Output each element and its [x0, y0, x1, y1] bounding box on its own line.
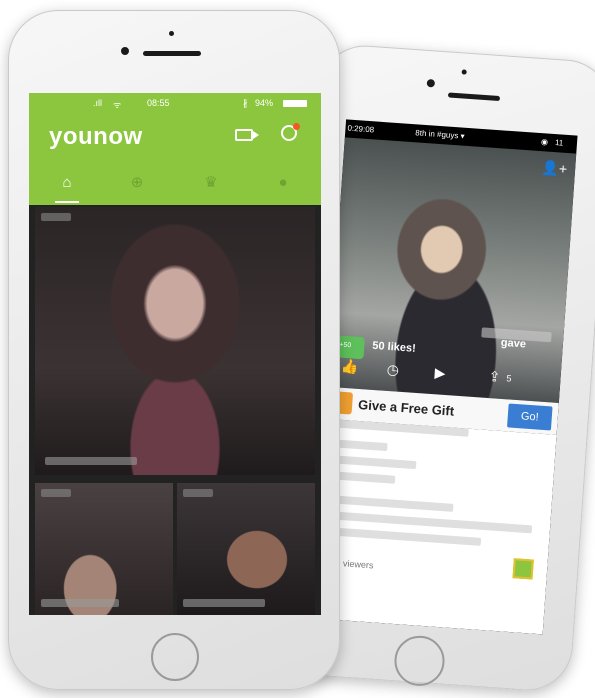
tab-profile[interactable]: ●	[265, 169, 301, 197]
share-icon[interactable]: ⇪	[488, 368, 501, 386]
home-icon: ⌂	[62, 174, 72, 191]
front-home-button[interactable]	[151, 633, 199, 681]
viewer-badge	[183, 489, 213, 497]
app-header: younow ⌂ ⊕ ♛ ●	[29, 113, 321, 205]
broadcaster-name	[183, 599, 265, 607]
like-icon[interactable]: 👍	[340, 358, 359, 376]
earpiece-speaker	[447, 92, 501, 102]
proximity-sensor	[169, 31, 174, 36]
broadcast-tile[interactable]	[177, 483, 315, 615]
proximity-sensor	[461, 69, 467, 75]
plus-icon: ⊕	[130, 174, 144, 191]
viewer-count: 11	[554, 138, 564, 148]
camera-icon[interactable]	[235, 129, 259, 141]
broadcast-timer: 0:29:08	[347, 123, 375, 135]
app-logo: younow	[49, 123, 143, 150]
tab-home[interactable]: ⌂	[49, 169, 85, 203]
featured-broadcast-tile[interactable]	[35, 207, 315, 475]
broadcast-tile[interactable]	[35, 483, 173, 615]
back-home-button[interactable]	[392, 634, 447, 688]
broadcaster-name	[45, 457, 137, 465]
broadcast-screen: 0:29:08 8th in #guys ▾ ◉ 11 👤+ +50 50 li…	[311, 119, 578, 635]
video-icon[interactable]: ▶	[434, 364, 446, 382]
chat-line	[323, 494, 454, 512]
profile-icon: ●	[278, 174, 288, 191]
rank-dropdown[interactable]: 8th in #guys ▾	[415, 128, 465, 140]
gave-text: gave	[500, 336, 527, 351]
add-user-icon[interactable]: 👤+	[541, 159, 568, 178]
wifi-icon: ᯤ	[113, 100, 122, 110]
tab-leaderboard[interactable]: ♛	[193, 169, 229, 197]
share-count: 5	[506, 373, 512, 384]
chat-line	[321, 526, 482, 546]
viewer-badge	[41, 213, 71, 221]
status-bar: .ıll ᯤ 08:55 ∦ 94%	[29, 93, 321, 113]
front-camera	[121, 47, 129, 55]
front-camera	[426, 78, 436, 88]
go-button[interactable]: Go!	[507, 403, 553, 431]
battery-percent: 94%	[255, 98, 274, 108]
chat-list: th 11 viewers	[311, 418, 557, 635]
front-phone-frame: .ıll ᯤ 08:55 ∦ 94% younow ⌂ ⊕ ♛ ●	[8, 10, 340, 690]
viewer-badge	[41, 489, 71, 497]
crown-icon: ♛	[204, 174, 218, 191]
bluetooth-icon: ∦	[243, 98, 248, 108]
replay-icon[interactable]: ◷	[386, 361, 399, 379]
eye-icon: ◉	[540, 137, 549, 147]
tab-add[interactable]: ⊕	[119, 169, 155, 197]
earpiece-speaker	[143, 51, 201, 56]
status-time: 08:55	[147, 98, 170, 108]
feed-screen: .ıll ᯤ 08:55 ∦ 94% younow ⌂ ⊕ ♛ ●	[29, 93, 321, 615]
gift-icon[interactable]	[512, 558, 534, 580]
broadcaster-name	[41, 599, 119, 607]
gift-banner-text: Give a Free Gift	[357, 396, 455, 419]
notification-dot	[293, 123, 300, 130]
battery-icon	[283, 100, 307, 107]
signal-icon: .ıll	[93, 98, 102, 108]
